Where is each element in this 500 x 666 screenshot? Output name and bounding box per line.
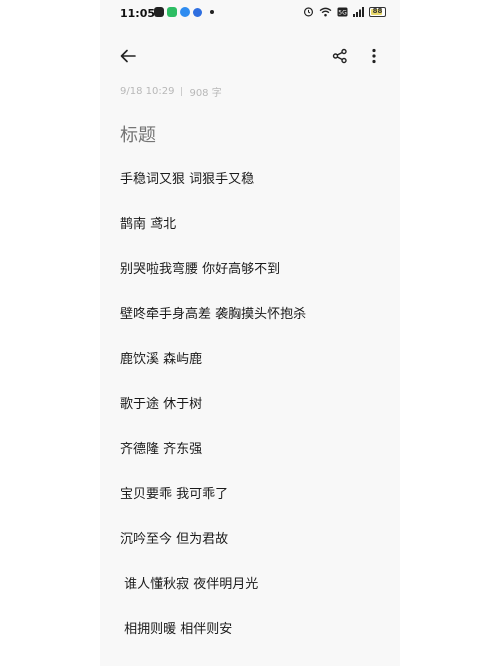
note-line: 鹊南 鸢北 [120, 217, 177, 232]
more-options-button[interactable] [362, 44, 386, 68]
note-date: 9/18 10:29 [120, 86, 175, 97]
status-right-icons: 5G 88 [303, 6, 386, 17]
sim-icon: 5G [337, 7, 348, 16]
meta-divider [181, 87, 183, 96]
note-line: 沉吟至今 但为君故 [120, 532, 229, 547]
share-icon [332, 48, 347, 64]
more-vertical-icon [372, 48, 376, 64]
note-body[interactable]: 手稳词又狠 词狠手又稳 鹊南 鸢北 别哭啦我弯腰 你好高够不到 壁咚牵手身高差 … [120, 171, 385, 666]
title-input[interactable] [120, 125, 380, 146]
note-line: 宝贝要乖 我可乖了 [120, 487, 229, 502]
status-bar: 11:05 5G 88 [100, 0, 400, 26]
note-line: 别哭啦我弯腰 你好高够不到 [120, 262, 281, 277]
back-arrow-icon [120, 49, 136, 63]
app-icon-3 [180, 7, 190, 17]
note-line: 手稳词又狠 词狠手又稳 [120, 172, 255, 187]
note-word-count: 908 字 [189, 88, 222, 99]
app-icon-1 [154, 7, 164, 17]
note-line: 齐德隆 齐东强 [120, 442, 203, 457]
wifi-icon [319, 7, 332, 16]
battery-level: 88 [372, 6, 383, 15]
note-line: 相拥则暖 相伴则安 [120, 622, 233, 637]
note-line: 歌于途 休于树 [120, 397, 203, 412]
svg-text:5G: 5G [338, 9, 347, 16]
note-line: 壁咚牵手身高差 袭胸摸头怀抱杀 [120, 307, 307, 322]
alarm-icon [303, 7, 314, 17]
battery-icon: 88 [369, 6, 386, 17]
note-screen: 11:05 5G 88 9/18 10:29 908 字 标题 手稳词又狠 词狠… [100, 0, 400, 666]
note-line: 鹿饮溪 森屿鹿 [120, 352, 203, 367]
signal-icon [353, 6, 364, 17]
app-icon-2 [167, 7, 177, 17]
note-meta: 9/18 10:29 908 字 [120, 84, 222, 99]
notification-icons [154, 7, 214, 17]
toolbar [100, 38, 400, 74]
back-button[interactable] [116, 44, 140, 68]
share-button[interactable] [328, 44, 352, 68]
status-time: 11:05 [120, 7, 156, 20]
more-notifications-dot [210, 10, 214, 14]
note-line: 谁人懂秋寂 夜伴明月光 [120, 577, 259, 592]
app-icon-4 [193, 7, 202, 17]
